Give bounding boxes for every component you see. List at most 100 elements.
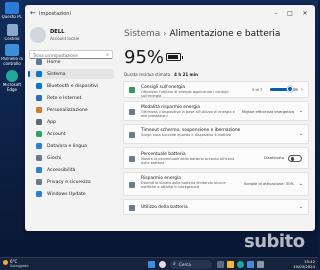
card-subtitle: Estendi la durata della batteria limitan… bbox=[141, 181, 226, 190]
sidebar-item-label: Personalizzazione bbox=[47, 107, 88, 113]
desktop-icon-label: Microsoft Edge bbox=[2, 83, 22, 92]
store-icon[interactable] bbox=[247, 261, 254, 268]
card-value: Sceglie di attivazione: 30% bbox=[244, 182, 295, 186]
sidebar-item-apps[interactable]: App bbox=[28, 117, 114, 127]
sidebar-item-personalization[interactable]: Personalizzazione bbox=[28, 105, 114, 115]
card-subtitle: Scegli cosa succede quando il dispositiv… bbox=[141, 133, 231, 137]
search-icon: ⌕ bbox=[173, 261, 176, 267]
account-type: Account locale bbox=[50, 36, 80, 41]
battery-terminal bbox=[181, 56, 183, 59]
toggle-state-label: Disattivato bbox=[264, 156, 285, 160]
chevron-down-icon: ⌄ bbox=[298, 108, 303, 114]
task-view-icon[interactable] bbox=[217, 261, 224, 268]
sidebar: DELL Account locale Trova un'impostazion… bbox=[25, 23, 117, 231]
settings-icon[interactable] bbox=[257, 261, 264, 268]
sidebar-item-label: Sistema bbox=[47, 71, 66, 77]
battery-life-label: Durata residua stimata bbox=[124, 72, 171, 77]
sidebar-item-label: Windows Update bbox=[47, 191, 86, 197]
sidebar-item-system[interactable]: Sistema bbox=[28, 69, 114, 79]
maximize-icon[interactable]: □ bbox=[285, 10, 295, 17]
desktop-icon-control-panel[interactable]: Pannello di controllo bbox=[1, 44, 23, 66]
breadcrumb-parent[interactable]: Sistema bbox=[124, 29, 160, 39]
sidebar-item-label: Account bbox=[47, 131, 66, 137]
leaf-icon bbox=[129, 87, 135, 93]
chevron-down-icon: ⌄ bbox=[298, 181, 303, 187]
battery-life: Durata residua stimata 4 h 21 min bbox=[124, 72, 198, 77]
account-name: DELL bbox=[50, 29, 65, 35]
battery-percentage-toggle[interactable] bbox=[288, 155, 302, 162]
sidebar-item-label: Privacy e sicurezza bbox=[47, 179, 91, 185]
card-title: Utilizzo della batteria bbox=[141, 205, 188, 210]
taskbar: 6°C Soleggiato ⌕ Cerca 15:42 19/03/2024 bbox=[0, 257, 318, 270]
account-profile[interactable]: DELL Account locale bbox=[30, 27, 116, 47]
battery-percentage-icon bbox=[129, 156, 135, 162]
sun-icon bbox=[3, 260, 8, 265]
sidebar-item-time-language[interactable]: Data/ora e lingua bbox=[28, 141, 114, 151]
desktop-icon-edge[interactable]: Microsoft Edge bbox=[1, 70, 23, 92]
battery-percentage-card: Percentuale batteria Mostra la percentua… bbox=[123, 147, 309, 169]
card-subtitle: Ottimizza il dispositivo in base all'uti… bbox=[141, 110, 235, 119]
watermark-logo: subito bbox=[244, 231, 305, 252]
power-mode-card[interactable]: Modalità risparmio energia Ottimizza il … bbox=[123, 101, 309, 121]
sidebar-item-network[interactable]: Rete e Internet bbox=[28, 93, 114, 103]
watermark-text: subito bbox=[244, 231, 305, 252]
desktop-icon-label: Questo PC bbox=[1, 15, 23, 19]
power-mode-select[interactable]: Miglior efficienza energetica bbox=[242, 110, 294, 114]
card-value: 5 di 7 bbox=[252, 88, 263, 92]
minimize-icon[interactable]: – bbox=[271, 10, 281, 17]
toggle-thumb bbox=[290, 157, 295, 161]
edge-icon[interactable] bbox=[237, 261, 244, 268]
gaming-icon bbox=[36, 155, 42, 161]
apps-icon bbox=[36, 119, 42, 125]
back-arrow-icon[interactable]: ← bbox=[30, 9, 36, 17]
file-explorer-icon[interactable] bbox=[227, 261, 234, 268]
energy-recommendations-card[interactable]: Consigli sull'energia Ottimizza l'utiliz… bbox=[123, 81, 309, 98]
settings-window: ← Impostazioni – □ ✕ DELL Account locale… bbox=[25, 5, 315, 231]
sidebar-item-label: Bluetooth e dispositivi bbox=[47, 83, 99, 89]
battery-saver-icon bbox=[129, 182, 135, 188]
chevron-down-icon: ⌄ bbox=[298, 131, 303, 137]
recycle-bin-icon bbox=[6, 24, 18, 36]
system-tray[interactable]: 15:42 19/03/2024 bbox=[279, 259, 315, 270]
accessibility-icon bbox=[36, 167, 42, 173]
window-title: Impostazioni bbox=[39, 11, 71, 17]
sidebar-item-label: Giochi bbox=[47, 155, 62, 161]
battery-saver-card[interactable]: Risparmio energia Estendi la durata dell… bbox=[123, 172, 309, 196]
slider-thumb bbox=[286, 86, 293, 92]
desktop-icon-recycle-bin[interactable]: Cestino bbox=[1, 24, 23, 42]
sidebar-item-label: Home bbox=[47, 59, 61, 65]
start-button[interactable] bbox=[148, 261, 155, 268]
avatar bbox=[30, 27, 46, 43]
desktop-icon-this-pc[interactable]: Questo PC bbox=[1, 2, 23, 20]
battery-usage-icon bbox=[129, 205, 135, 211]
sidebar-item-privacy[interactable]: Privacy e sicurezza bbox=[28, 177, 114, 187]
widgets-icon[interactable] bbox=[159, 261, 166, 268]
card-subtitle: Mostra la percentuale della batteria acc… bbox=[141, 157, 235, 166]
screen-timeout-icon bbox=[129, 132, 135, 138]
power-mode-icon bbox=[129, 109, 135, 115]
battery-usage-card[interactable]: Utilizzo della batteria ⌄ bbox=[123, 199, 309, 215]
sidebar-item-label: Rete e Internet bbox=[47, 95, 82, 101]
taskbar-search-placeholder: Cerca bbox=[179, 262, 191, 267]
sidebar-item-accessibility[interactable]: Accessibilità bbox=[28, 165, 114, 175]
system-icon bbox=[36, 71, 42, 77]
home-icon bbox=[36, 59, 42, 65]
sidebar-item-bluetooth[interactable]: Bluetooth e dispositivi bbox=[28, 81, 114, 91]
sidebar-item-gaming[interactable]: Giochi bbox=[28, 153, 114, 163]
recommendations-progress-slider bbox=[270, 86, 298, 92]
sidebar-item-label: App bbox=[47, 119, 56, 125]
battery-fill bbox=[168, 55, 179, 59]
close-icon[interactable]: ✕ bbox=[300, 10, 310, 17]
chevron-down-icon: ⌄ bbox=[298, 204, 303, 210]
time-language-icon bbox=[36, 143, 42, 149]
privacy-icon bbox=[36, 179, 42, 185]
screen-timeout-card[interactable]: Timeout schermo, sospensione e ibernazio… bbox=[123, 124, 309, 144]
active-indicator bbox=[28, 71, 30, 77]
sidebar-item-windows-update[interactable]: Windows Update bbox=[28, 189, 114, 199]
page-title: Alimentazione e batteria bbox=[169, 29, 281, 39]
taskbar-search-input[interactable]: ⌕ Cerca bbox=[170, 260, 212, 269]
update-icon bbox=[36, 191, 42, 197]
sidebar-item-home[interactable]: Home bbox=[28, 57, 114, 67]
weather-condition: Soleggiato bbox=[10, 264, 29, 268]
sidebar-item-account[interactable]: Account bbox=[28, 129, 114, 139]
